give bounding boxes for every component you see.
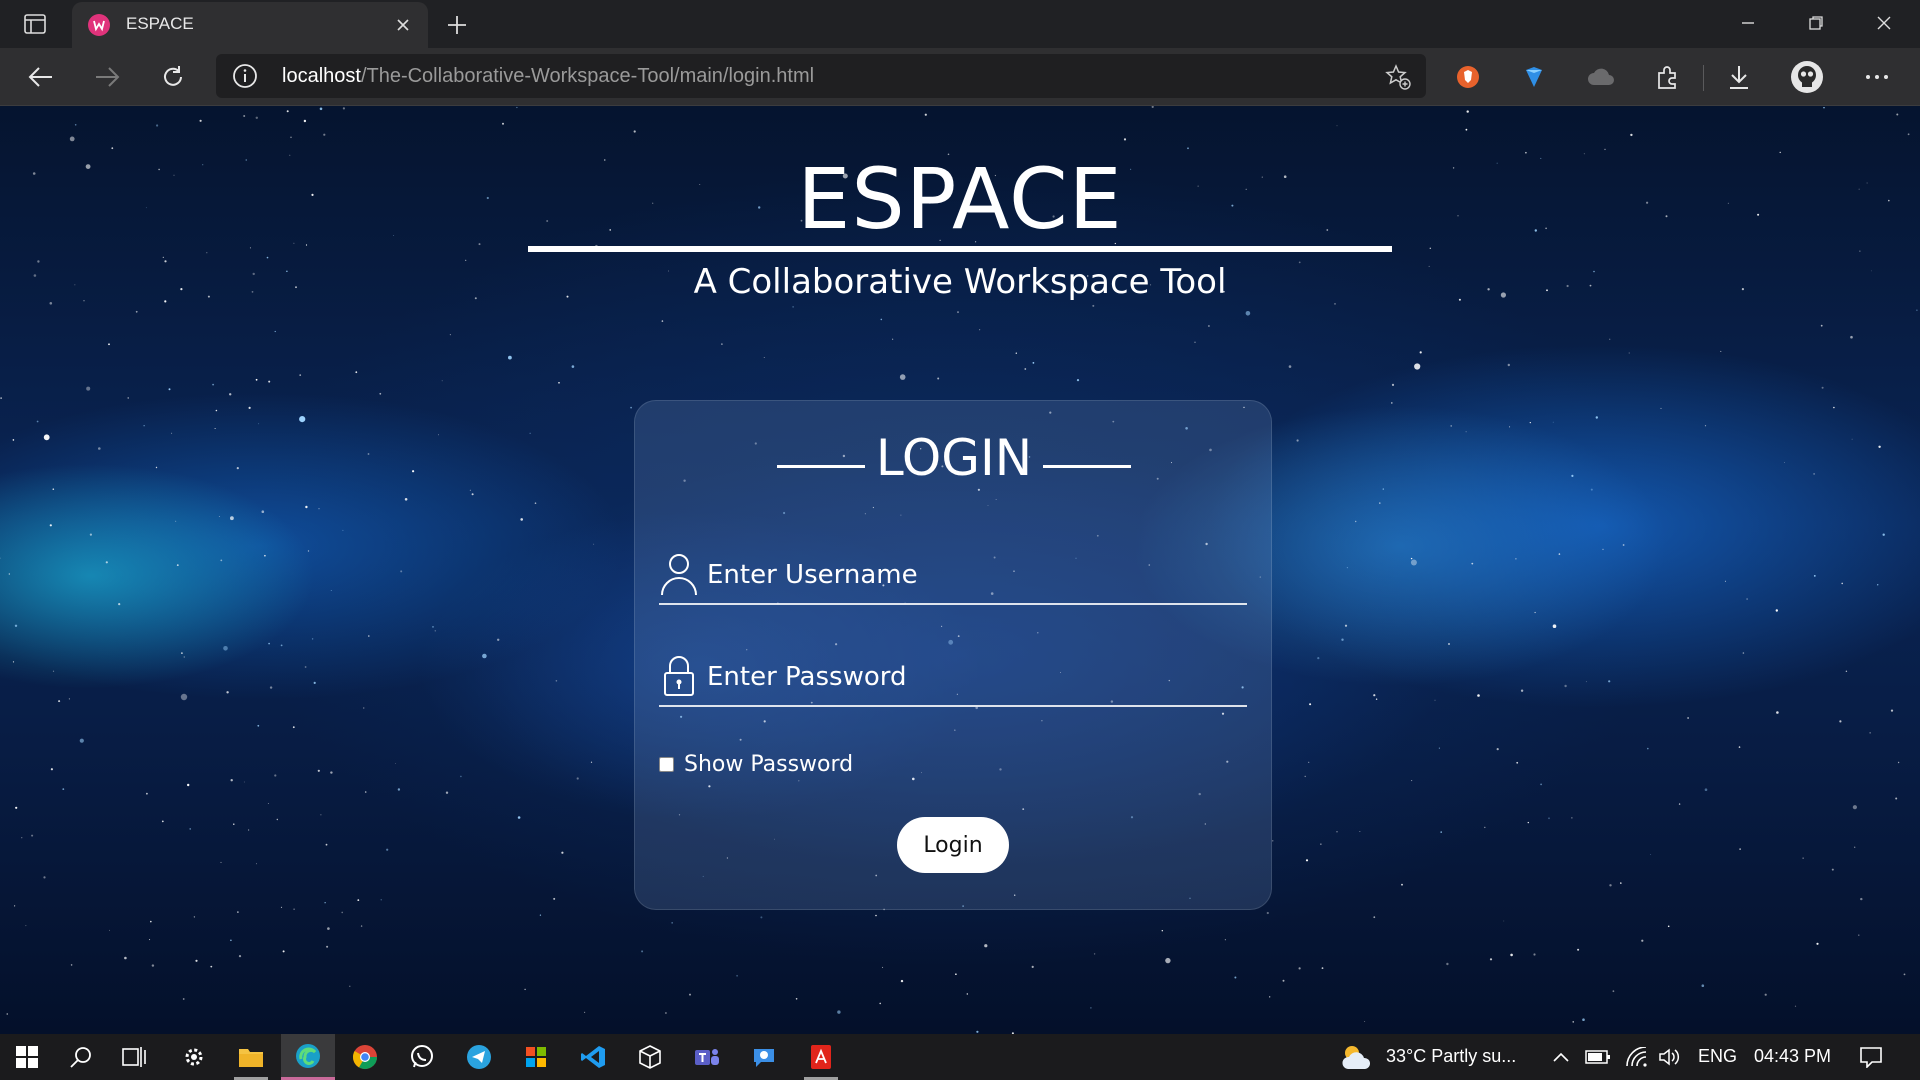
extensions-icon[interactable] xyxy=(1648,58,1686,96)
whatsapp-icon[interactable] xyxy=(395,1034,449,1080)
new-tab-icon[interactable] xyxy=(442,10,472,40)
notifications-icon[interactable] xyxy=(1844,1034,1898,1080)
login-button[interactable]: Login xyxy=(897,817,1009,873)
windows-taskbar: 33°C Partly su... ENG 04:43 PM xyxy=(0,1034,1920,1080)
volume-icon[interactable] xyxy=(1645,1034,1695,1080)
minimize-icon[interactable] xyxy=(1726,6,1770,40)
chrome-icon[interactable] xyxy=(338,1034,392,1080)
restore-icon[interactable] xyxy=(1794,6,1838,40)
url-host: localhost xyxy=(282,65,361,87)
file-explorer-icon[interactable] xyxy=(224,1034,278,1080)
show-password-label[interactable]: Show Password xyxy=(684,752,853,777)
tab-actions-icon[interactable] xyxy=(18,10,52,38)
microsoft-store-icon[interactable] xyxy=(509,1034,563,1080)
brand-subtitle: A Collaborative Workspace Tool xyxy=(693,262,1227,302)
telegram-icon[interactable] xyxy=(452,1034,506,1080)
language-indicator[interactable]: ENG xyxy=(1698,1046,1737,1067)
login-card: LOGIN Show Password Login xyxy=(634,400,1272,910)
cloud-extension-icon[interactable] xyxy=(1582,58,1620,96)
tab-title: ESPACE xyxy=(126,14,194,33)
add-favorite-icon[interactable] xyxy=(1384,63,1412,91)
profile-avatar-icon[interactable] xyxy=(1788,58,1826,96)
task-view-icon[interactable] xyxy=(108,1034,162,1080)
lock-icon xyxy=(659,653,699,699)
weather-icon[interactable] xyxy=(1330,1034,1382,1080)
site-info-icon[interactable] xyxy=(232,63,258,89)
vscode-icon[interactable] xyxy=(566,1034,620,1080)
downloads-icon[interactable] xyxy=(1720,58,1758,96)
url-text: localhost/The-Collaborative-Workspace-To… xyxy=(282,65,814,88)
brand-divider xyxy=(528,246,1392,252)
close-tab-icon[interactable] xyxy=(390,12,416,38)
more-menu-icon[interactable] xyxy=(1858,58,1896,96)
chat-app-icon[interactable] xyxy=(737,1034,791,1080)
user-icon xyxy=(659,551,699,597)
heading-line-right xyxy=(1043,465,1131,468)
acrobat-icon[interactable] xyxy=(794,1034,848,1080)
brand-title: ESPACE xyxy=(797,150,1123,248)
forward-icon[interactable] xyxy=(88,58,126,96)
username-input[interactable] xyxy=(707,555,1237,595)
3d-box-icon[interactable] xyxy=(623,1034,677,1080)
username-field xyxy=(659,545,1247,605)
edge-browser-icon[interactable] xyxy=(281,1034,335,1080)
address-bar[interactable]: localhost/The-Collaborative-Workspace-To… xyxy=(216,54,1426,98)
browser-tab-strip: ESPACE xyxy=(0,0,1920,48)
shield-extension-icon[interactable] xyxy=(1515,58,1553,96)
toolbar-separator xyxy=(1703,65,1704,91)
password-field xyxy=(659,647,1247,707)
login-heading: LOGIN xyxy=(635,429,1273,499)
login-title: LOGIN xyxy=(875,429,1033,487)
password-input[interactable] xyxy=(707,657,1237,697)
login-page: ESPACE A Collaborative Workspace Tool LO… xyxy=(0,106,1920,1034)
weather-text[interactable]: 33°C Partly su... xyxy=(1386,1046,1516,1067)
espace-favicon-icon xyxy=(88,14,110,36)
show-password-row: Show Password xyxy=(659,749,853,779)
brave-extension-icon[interactable] xyxy=(1449,58,1487,96)
search-icon[interactable] xyxy=(54,1034,108,1080)
clock-time[interactable]: 04:43 PM xyxy=(1754,1046,1831,1067)
refresh-icon[interactable] xyxy=(154,58,192,96)
teams-icon[interactable] xyxy=(680,1034,734,1080)
close-window-icon[interactable] xyxy=(1862,6,1906,40)
show-password-checkbox[interactable] xyxy=(659,756,674,772)
browser-tab[interactable]: ESPACE xyxy=(72,2,428,48)
url-path: /The-Collaborative-Workspace-Tool/main/l… xyxy=(360,65,815,87)
browser-toolbar: localhost/The-Collaborative-Workspace-To… xyxy=(0,48,1920,106)
back-icon[interactable] xyxy=(22,58,60,96)
settings-gear-icon[interactable] xyxy=(167,1034,221,1080)
start-icon[interactable] xyxy=(0,1034,54,1080)
